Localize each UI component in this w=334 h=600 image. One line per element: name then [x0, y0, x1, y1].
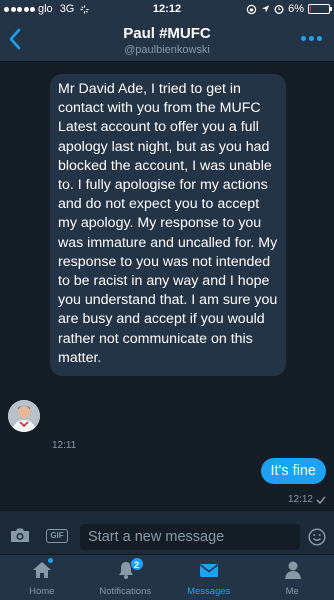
- camera-icon[interactable]: [10, 527, 30, 543]
- tab-notifications-label: Notifications: [99, 586, 152, 597]
- outgoing-message-meta: 12:12: [288, 494, 326, 505]
- conversation-header: Paul #MUFC @paulbienkowski: [0, 18, 334, 62]
- outgoing-message-time: 12:12: [287, 494, 313, 505]
- message-input[interactable]: [80, 524, 300, 550]
- tab-notifications[interactable]: 2 Notifications: [84, 555, 168, 600]
- tab-home[interactable]: Home: [0, 555, 84, 600]
- person-icon: [284, 561, 301, 579]
- outgoing-message-bubble[interactable]: It's fine: [260, 458, 326, 484]
- avatar[interactable]: [8, 400, 40, 432]
- emoji-icon[interactable]: [308, 528, 326, 546]
- battery-percent: 6%: [288, 3, 304, 15]
- status-right: 6%: [246, 3, 332, 15]
- incoming-message-time: 12:11: [52, 440, 77, 451]
- incoming-message-bubble[interactable]: Mr David Ade, I tried to get in contact …: [50, 74, 286, 377]
- tab-messages[interactable]: Messages: [167, 555, 251, 600]
- status-bar: glo 3G 12:12 6%: [0, 0, 334, 18]
- location-icon: [261, 5, 270, 13]
- contact-handle: @paulbienkowski: [124, 44, 210, 56]
- alarm-icon: [274, 5, 284, 14]
- gif-button[interactable]: GIF: [46, 529, 68, 543]
- rotation-lock-icon: [246, 4, 257, 14]
- read-check-icon: [316, 496, 326, 504]
- envelope-icon: [200, 564, 218, 577]
- new-activity-dot: [48, 558, 53, 563]
- notifications-badge: 2: [129, 557, 144, 571]
- tab-bar: Home 2 Notifications Messages Me: [0, 554, 334, 600]
- tab-home-label: Home: [29, 586, 55, 597]
- message-thread[interactable]: Mr David Ade, I tried to get in contact …: [0, 62, 334, 510]
- contact-name: Paul #MUFC: [123, 25, 211, 42]
- tab-messages-label: Messages: [187, 586, 231, 597]
- battery-icon: [308, 4, 332, 14]
- more-options-icon[interactable]: [301, 36, 322, 41]
- compose-bar: GIF: [0, 510, 334, 554]
- home-icon: [33, 562, 51, 578]
- tab-me-label: Me: [285, 586, 299, 597]
- tab-me[interactable]: Me: [251, 555, 334, 600]
